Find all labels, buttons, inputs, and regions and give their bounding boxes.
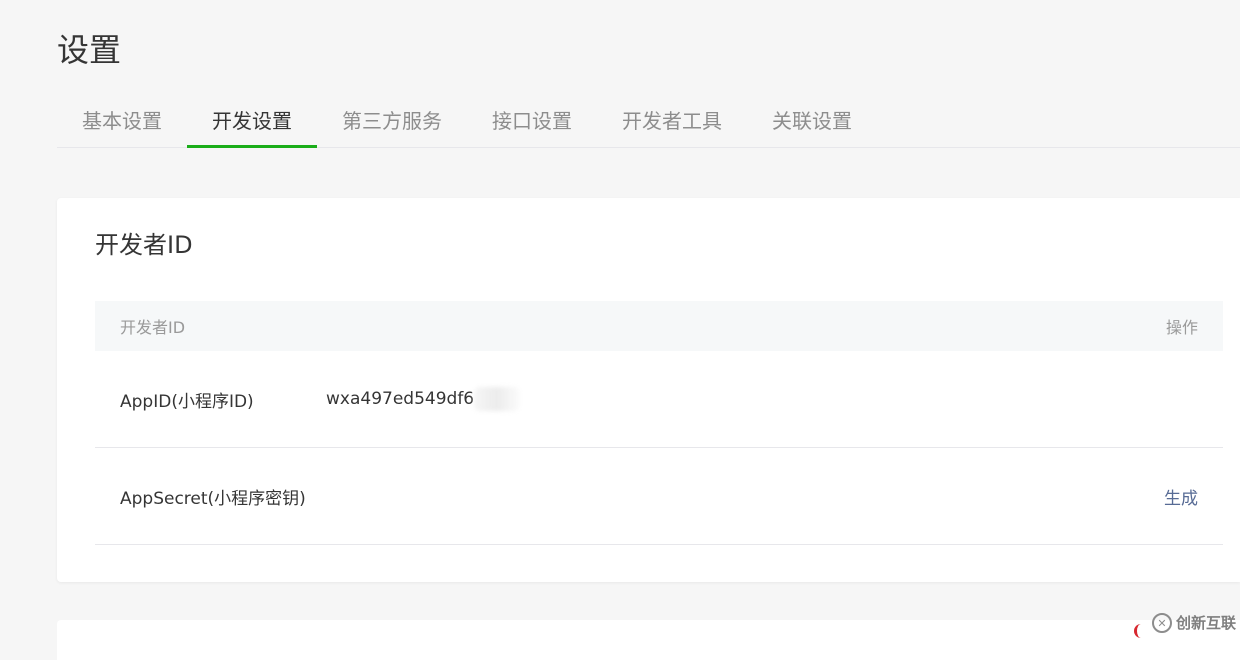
next-card	[57, 620, 1240, 660]
tab-third-party-services[interactable]: 第三方服务	[317, 96, 467, 147]
table-row-appid: AppID(小程序ID) wxa497ed549df6	[95, 351, 1223, 448]
developer-id-table: 开发者ID 操作 AppID(小程序ID) wxa497ed549df6 App…	[95, 301, 1223, 545]
card-title: 开发者ID	[95, 231, 193, 259]
cx-logo-icon: ✕	[1151, 613, 1172, 633]
generate-secret-link[interactable]: 生成	[1164, 484, 1198, 509]
tab-dev-settings[interactable]: 开发设置	[187, 96, 317, 148]
appsecret-label: AppSecret(小程序密钥)	[120, 488, 306, 509]
watermark: ✕ 创新互联	[1151, 613, 1236, 633]
page-title: 设置	[57, 31, 122, 69]
header-action: 操作	[1165, 318, 1198, 337]
tab-interface-settings[interactable]: 接口设置	[467, 96, 597, 147]
tab-basic-settings[interactable]: 基本设置	[57, 96, 187, 147]
developer-id-card: 开发者ID 开发者ID 操作 AppID(小程序ID) wxa497ed549d…	[57, 198, 1240, 582]
appid-value-wrap: wxa497ed549df6	[326, 387, 1198, 411]
appid-value[interactable]: wxa497ed549df6	[326, 389, 474, 409]
watermark-text: 创新互联	[1175, 614, 1236, 632]
settings-tabs: 基本设置 开发设置 第三方服务 接口设置 开发者工具 关联设置	[57, 96, 1240, 148]
header-developer-id: 开发者ID	[120, 318, 186, 337]
table-header: 开发者ID 操作	[95, 301, 1223, 351]
appid-label: AppID(小程序ID)	[120, 391, 254, 412]
redaction-blur	[474, 387, 521, 411]
tab-association-settings[interactable]: 关联设置	[747, 96, 877, 147]
table-row-appsecret: AppSecret(小程序密钥) 生成	[95, 448, 1223, 545]
tab-developer-tools[interactable]: 开发者工具	[597, 96, 747, 147]
red-arc-mark	[1134, 624, 1145, 638]
